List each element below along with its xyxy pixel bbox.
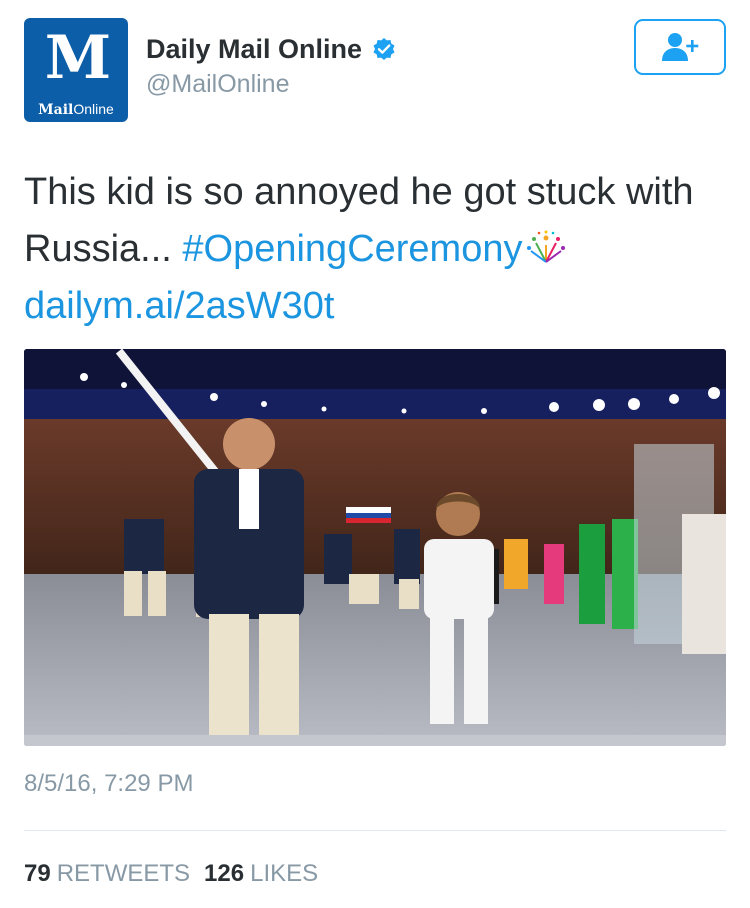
avatar-logo-mark: M xyxy=(44,23,111,93)
avatar-logo-text-bold: Mail xyxy=(38,102,74,118)
display-name-row: Daily Mail Online xyxy=(146,32,396,66)
likes-count: 126 xyxy=(204,860,245,887)
avatar-logo-text: MailOnline xyxy=(24,101,128,118)
tweet-link[interactable]: dailym.ai/2asW30t xyxy=(24,278,734,335)
display-name: Daily Mail Online xyxy=(146,34,363,64)
tweet-text: This kid is so annoyed he got stuck with… xyxy=(24,164,734,335)
tweet-media-photo[interactable] xyxy=(24,349,726,746)
avatar[interactable]: M MailOnline xyxy=(24,18,128,122)
tweet-timestamp[interactable]: 8/5/16, 7:29 PM xyxy=(24,770,193,798)
fireworks-icon xyxy=(527,230,566,263)
retweets-label: RETWEETS xyxy=(56,860,191,887)
divider xyxy=(24,830,726,831)
likes-label: LIKES xyxy=(250,860,319,887)
retweets-count: 79 xyxy=(24,860,51,887)
tweet-text-prefix: Russia... xyxy=(24,228,183,270)
avatar-logo-text-rest: Online xyxy=(73,101,114,117)
ceremony-photo xyxy=(24,349,726,746)
tweet-text-line-1: This kid is so annoyed he got stuck with xyxy=(24,171,694,213)
tweet-text-line-2: Russia... #OpeningCeremony xyxy=(24,221,734,278)
account-name-block[interactable]: Daily Mail Online @MailOnline xyxy=(146,32,396,100)
likes-stat[interactable]: 126 LIKES xyxy=(204,860,318,888)
tweet-header: M MailOnline Daily Mail Online @MailOnli… xyxy=(24,18,726,124)
handle: @MailOnline xyxy=(146,70,290,98)
retweets-stat[interactable]: 79 RETWEETS xyxy=(24,860,190,888)
add-user-icon xyxy=(662,33,699,61)
follow-button[interactable] xyxy=(634,19,726,75)
hashtag-link[interactable]: #OpeningCeremony xyxy=(182,228,522,270)
tweet-stats: 79 RETWEETS 126 LIKES xyxy=(24,860,318,888)
verified-badge-icon xyxy=(373,38,395,60)
